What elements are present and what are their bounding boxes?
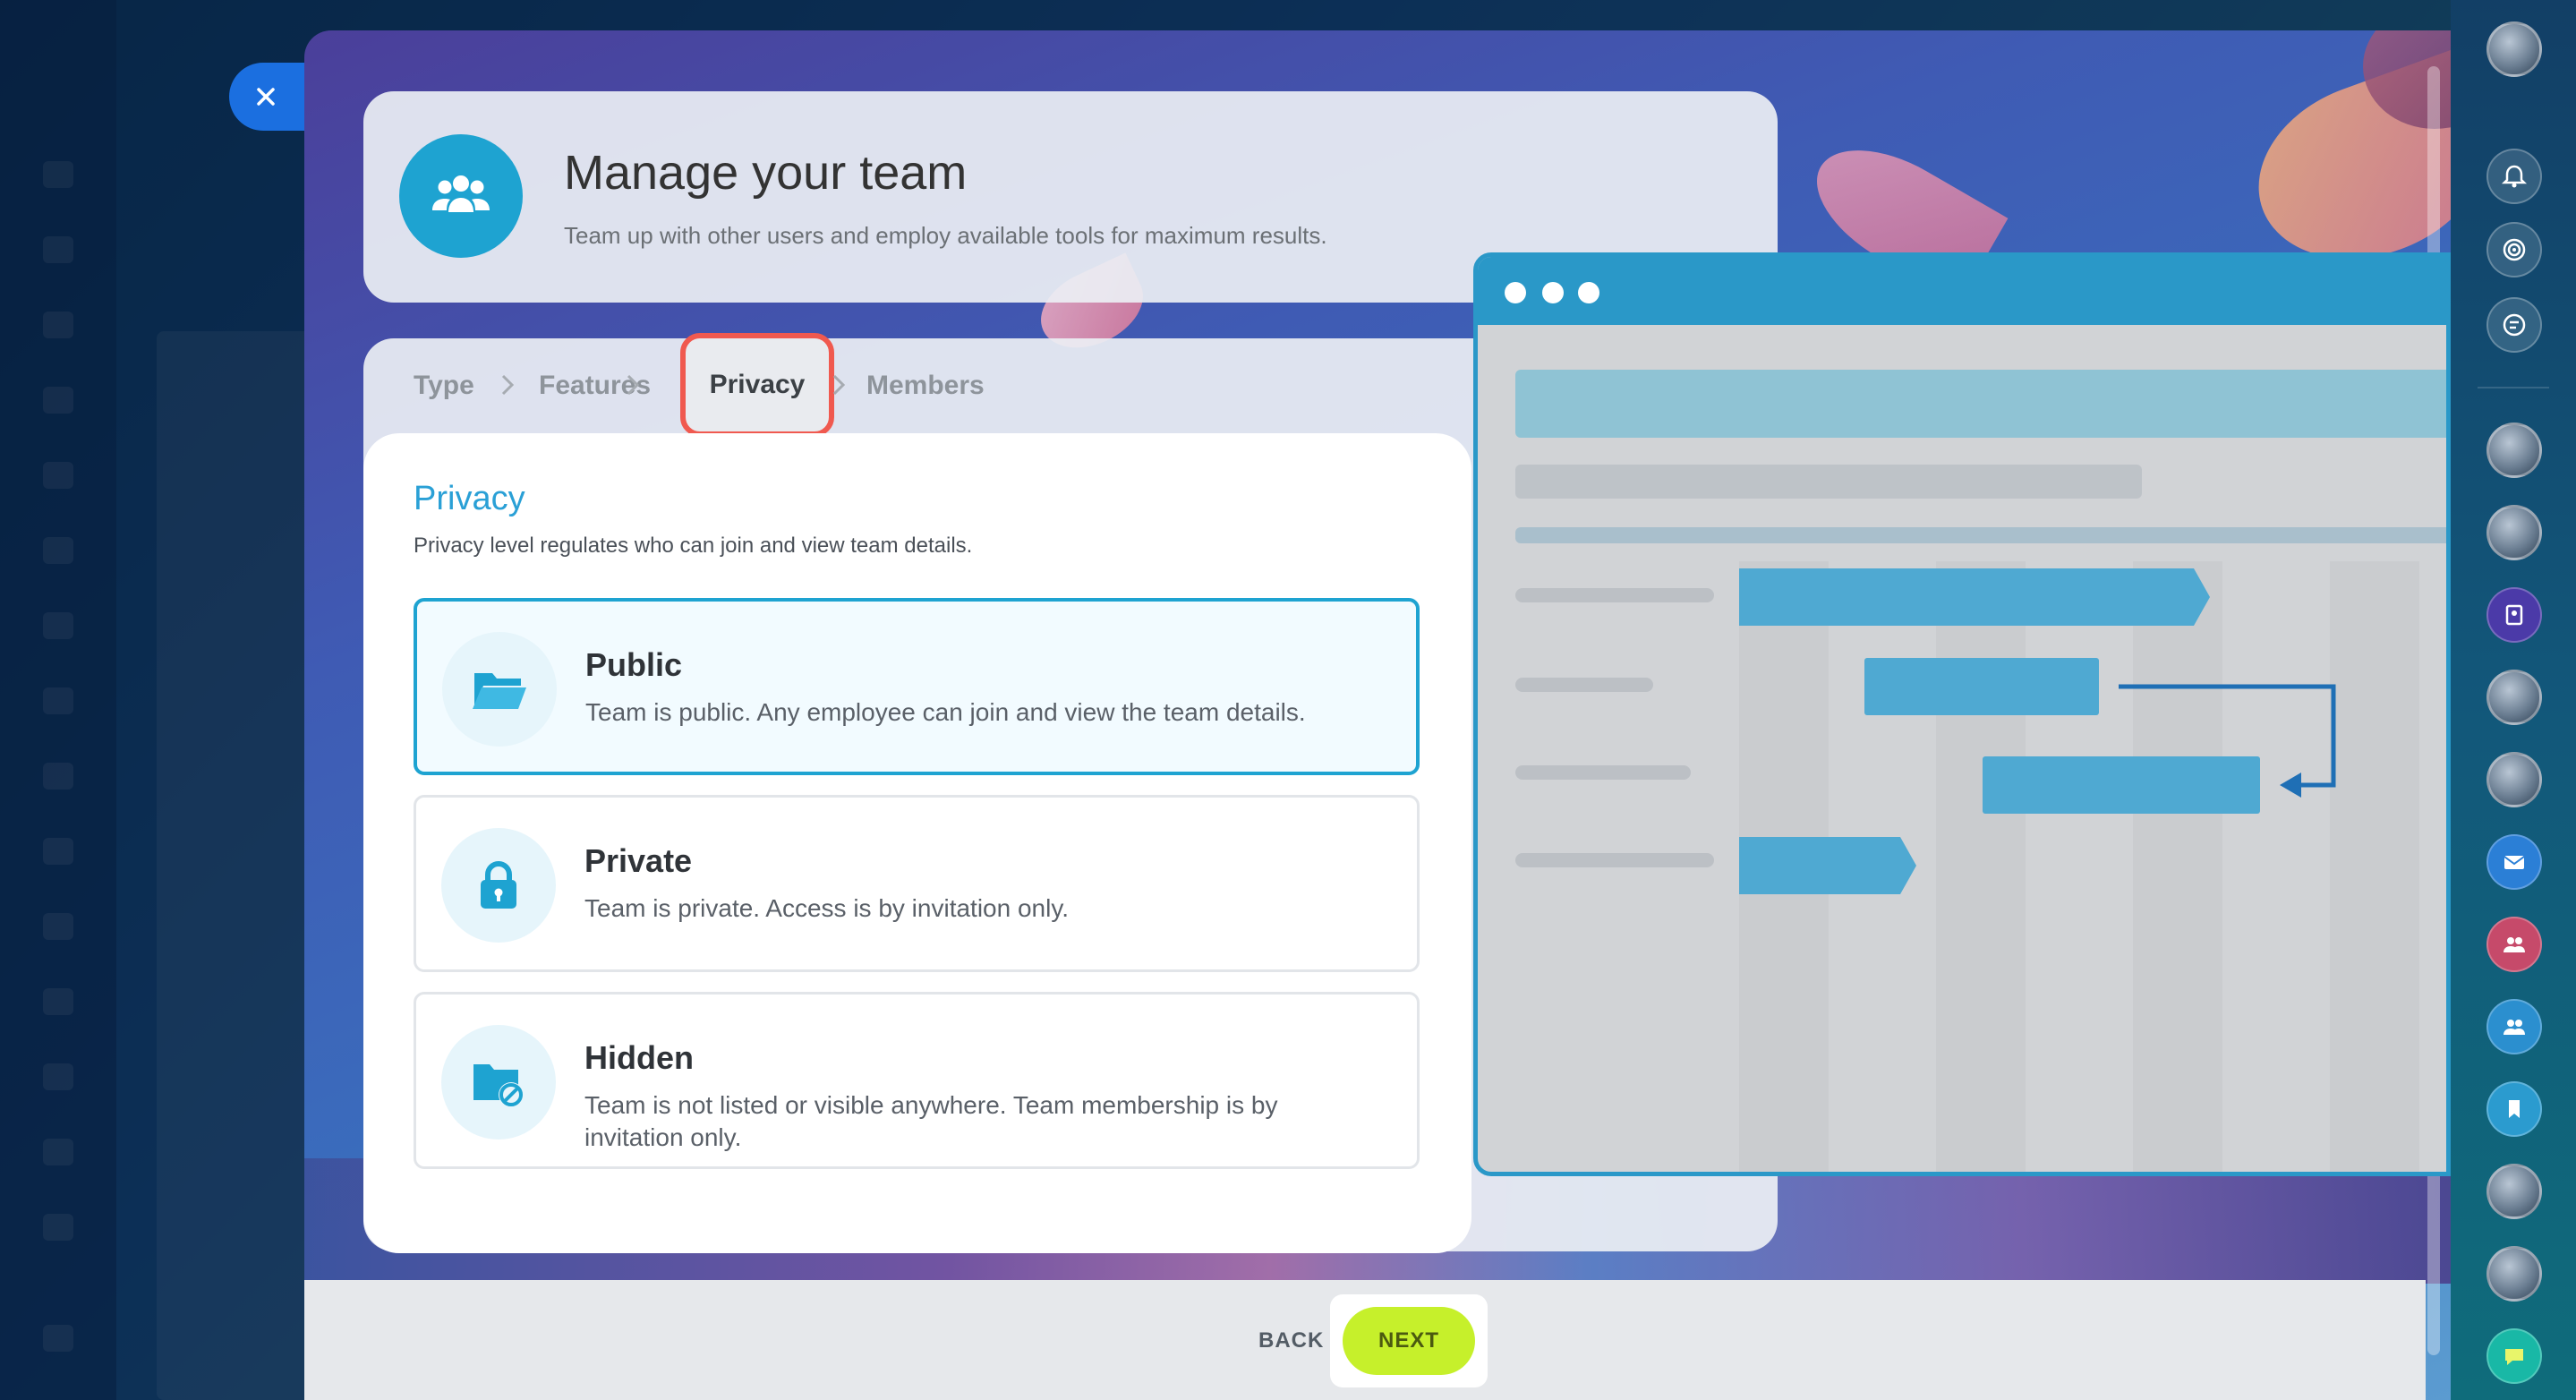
contact-avatar[interactable] xyxy=(2486,505,2542,560)
lock-icon xyxy=(481,861,516,909)
step-members[interactable]: Members xyxy=(866,371,985,401)
group-icon[interactable] xyxy=(2486,999,2542,1054)
user-avatar[interactable] xyxy=(2486,21,2542,77)
option-title: Private xyxy=(584,842,693,879)
group-icon[interactable] xyxy=(2486,917,2542,972)
privacy-card: Privacy Privacy level regulates who can … xyxy=(363,433,1471,1253)
option-icon-circle xyxy=(442,632,557,747)
open-folder-icon xyxy=(473,673,526,709)
back-button[interactable]: BACK xyxy=(1258,1328,1324,1353)
hidden-folder-icon xyxy=(473,1064,524,1107)
next-button[interactable]: NEXT xyxy=(1343,1307,1475,1375)
option-public[interactable]: Public Team is public. Any employee can … xyxy=(414,598,1420,775)
wizard-footer: BACK NEXT xyxy=(304,1280,2426,1400)
close-icon xyxy=(257,88,275,106)
target-icon[interactable] xyxy=(2486,222,2542,277)
option-icon-circle xyxy=(441,828,556,943)
next-button-highlight: NEXT xyxy=(1330,1294,1488,1387)
page-title: Manage your team xyxy=(564,146,968,200)
team-icon xyxy=(399,134,523,258)
privacy-title: Privacy xyxy=(414,480,525,517)
mail-icon[interactable] xyxy=(2486,834,2542,890)
contact-avatar[interactable] xyxy=(2486,423,2542,478)
contact-avatar[interactable] xyxy=(2486,670,2542,725)
contact-avatar[interactable] xyxy=(2486,1164,2542,1219)
option-description: Team is public. Any employee can join an… xyxy=(585,698,1306,726)
step-type[interactable]: Type xyxy=(414,371,474,401)
chevron-right-icon xyxy=(501,374,515,396)
contact-card-icon[interactable] xyxy=(2486,587,2542,643)
step-privacy[interactable]: Privacy xyxy=(680,333,834,437)
privacy-description: Privacy level regulates who can join and… xyxy=(414,534,973,558)
search-chat-icon[interactable] xyxy=(2486,297,2542,353)
option-title: Hidden xyxy=(584,1039,694,1076)
gantt-illustration xyxy=(1473,252,2451,1176)
gantt-bars xyxy=(1739,568,2336,894)
option-title: Public xyxy=(585,646,683,683)
option-description: Team is not listed or visible anywhere. … xyxy=(584,1091,1278,1151)
bookmark-icon[interactable] xyxy=(2486,1081,2542,1137)
chevron-right-icon xyxy=(832,374,846,396)
chevron-right-icon xyxy=(627,374,640,396)
chat-icon[interactable] xyxy=(2486,1328,2542,1384)
option-description: Team is private. Access is by invitation… xyxy=(584,894,1070,922)
right-rail xyxy=(2451,0,2576,1400)
bell-icon[interactable] xyxy=(2486,149,2542,204)
option-hidden[interactable]: Hidden Team is not listed or visible any… xyxy=(414,992,1420,1169)
page-subtitle: Team up with other users and employ avai… xyxy=(564,222,1327,249)
option-private[interactable]: Private Team is private. Access is by in… xyxy=(414,795,1420,972)
option-icon-circle xyxy=(441,1025,556,1140)
contact-avatar[interactable] xyxy=(2486,1246,2542,1302)
group-avatar[interactable] xyxy=(2486,752,2542,807)
